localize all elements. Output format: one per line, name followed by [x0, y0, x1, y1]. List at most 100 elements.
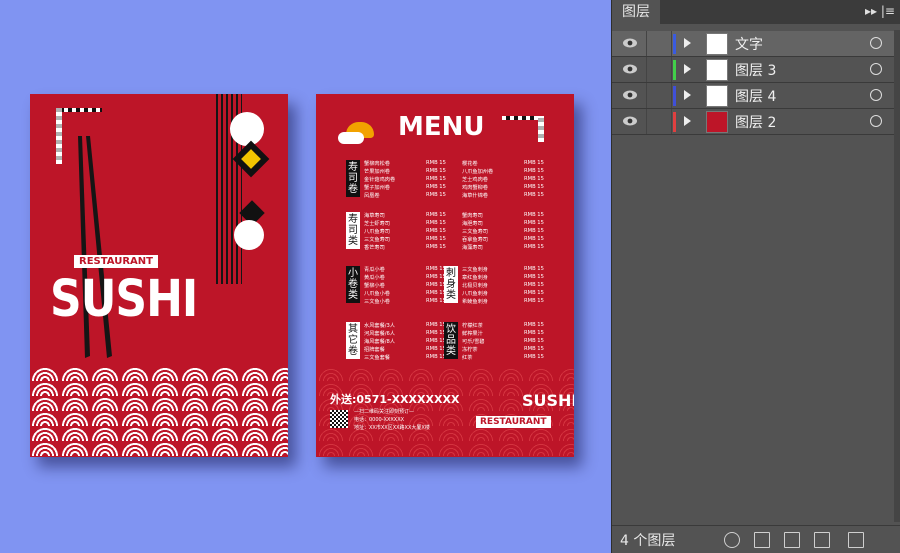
layer-name[interactable]: 文字	[735, 34, 763, 54]
qr-code	[330, 410, 348, 428]
menu-item-name: 鲜榨果汁	[462, 331, 483, 337]
menu-item-name: 蟹肉寿司	[462, 213, 483, 219]
panel-tabbar: 图层 ▸▸ |≡	[612, 0, 900, 24]
panel-footer: 4 个图层	[612, 525, 900, 553]
layer-row[interactable]: 图层 2	[612, 109, 894, 135]
menu-category: 寿司卷	[346, 160, 360, 197]
corner-bracket	[502, 116, 540, 120]
lock-toggle[interactable]	[646, 83, 672, 108]
layer-count: 4 个图层	[620, 533, 676, 549]
menu-item: 八爪鱼寿司 RMB 15	[364, 228, 446, 235]
menu-item-price: RMB 15	[524, 298, 544, 304]
menu-item-name: 冻柠茶	[462, 347, 478, 353]
menu-item: 芝士虾寿司 RMB 15	[364, 220, 446, 227]
new-sublayer-icon[interactable]	[784, 532, 800, 548]
menu-item: 海草什锦卷 RMB 15	[462, 192, 544, 199]
menu-item-name: 三文鱼套餐	[364, 355, 390, 361]
menu-item: 冻柠茶 RMB 15	[462, 346, 544, 353]
target-circle-icon[interactable]	[870, 37, 882, 49]
menu-item-name: 希鲮鱼刺身	[462, 299, 488, 305]
new-layer-icon[interactable]	[814, 532, 830, 548]
menu-item: 水风套餐/3人 RMB 15	[364, 322, 446, 329]
menu-item: 招牌套餐 RMB 15	[364, 346, 446, 353]
logo-restaurant: RESTAURANT	[476, 416, 551, 428]
menu-item-name: 八爪鱼刺身	[462, 291, 488, 297]
menu-item-name: 三文鱼刺身	[462, 267, 488, 273]
menu-item: 三文鱼寿司 RMB 15	[364, 236, 446, 243]
eye-icon[interactable]	[622, 115, 638, 127]
menu-item: 鲜榨果汁 RMB 15	[462, 330, 544, 337]
sushi-icon	[338, 132, 364, 144]
lock-toggle[interactable]	[646, 109, 672, 134]
front-card-artwork[interactable]: RESTAURANT SUSHI	[30, 94, 288, 457]
menu-item-name: 三文鱼小卷	[364, 299, 390, 305]
lock-toggle[interactable]	[646, 31, 672, 56]
expand-arrow-icon[interactable]	[684, 90, 691, 100]
menu-item: 希鲮鱼刺身 RMB 15	[462, 298, 544, 305]
target-circle-icon[interactable]	[870, 89, 882, 101]
expand-arrow-icon[interactable]	[684, 38, 691, 48]
menu-item-price: RMB 15	[426, 228, 446, 234]
search-icon[interactable]	[724, 532, 740, 548]
menu-item: 红茶 RMB 15	[462, 354, 544, 361]
menu-item-price: RMB 15	[524, 282, 544, 288]
menu-item-price: RMB 15	[524, 184, 544, 190]
eye-icon[interactable]	[622, 63, 638, 75]
menu-item-price: RMB 15	[524, 290, 544, 296]
menu-item: 芝士鸡肉卷 RMB 15	[462, 176, 544, 183]
layers-panel: 图层 ▸▸ |≡ 文字图层 3 图层 4 图层 2 4 个图层	[611, 0, 900, 553]
menu-item-price: RMB 15	[426, 220, 446, 226]
scrollbar[interactable]	[894, 30, 900, 522]
corner-bracket	[538, 116, 544, 142]
menu-item-name: 八爪鱼小卷	[364, 291, 390, 297]
menu-item: 香芒寿司 RMB 15	[364, 244, 446, 251]
menu-item: 八爪鱼加州卷 RMB 15	[462, 168, 544, 175]
menu-item-name: 凤凰卷	[364, 193, 380, 199]
menu-item-price: RMB 15	[426, 274, 446, 280]
back-card-menu[interactable]: MENU 蟹柳肉松卷 RMB 15 芒果加州卷 RMB 15 金针菇鸡肉卷 RMB 15 蟹…	[316, 94, 574, 457]
target-circle-icon[interactable]	[870, 115, 882, 127]
layer-name[interactable]: 图层 3	[735, 60, 776, 80]
eye-icon[interactable]	[622, 89, 638, 101]
layer-row[interactable]: 图层 3	[612, 57, 894, 83]
menu-item-name: 蟹子加州卷	[364, 185, 390, 191]
menu-category: 刺身类	[444, 266, 458, 303]
menu-item-price: RMB 15	[426, 244, 446, 250]
menu-item: 吞拿鱼寿司 RMB 15	[462, 236, 544, 243]
make-clipping-mask-icon[interactable]	[754, 532, 770, 548]
layer-row[interactable]: 文字	[612, 31, 894, 57]
menu-item: 蟹柳小卷 RMB 15	[364, 282, 446, 289]
tab-layers[interactable]: 图层	[612, 0, 660, 24]
menu-item-price: RMB 15	[524, 236, 544, 242]
eye-icon[interactable]	[622, 37, 638, 49]
lock-toggle[interactable]	[646, 57, 672, 82]
menu-item-price: RMB 15	[524, 322, 544, 328]
menu-item-name: 三文鱼寿司	[462, 229, 488, 235]
menu-item-name: 金针菇鸡肉卷	[364, 177, 396, 183]
menu-item-price: RMB 15	[524, 220, 544, 226]
delete-icon[interactable]	[848, 532, 864, 548]
expand-arrow-icon[interactable]	[684, 64, 691, 74]
artboard-canvas[interactable]: RESTAURANT SUSHI MENU 蟹柳肉松卷 RMB 15 芒果加州卷 RM…	[0, 0, 610, 553]
menu-item-name: 河风套餐/6人	[364, 331, 395, 337]
target-circle-icon[interactable]	[870, 63, 882, 75]
menu-item-price: RMB 15	[524, 274, 544, 280]
expand-arrow-icon[interactable]	[684, 116, 691, 126]
menu-item: 海藻寿司 RMB 15	[462, 244, 544, 251]
menu-item-price: RMB 15	[524, 160, 544, 166]
layer-name[interactable]: 图层 4	[735, 86, 776, 106]
layer-color-swatch	[673, 60, 676, 80]
layer-name[interactable]: 图层 2	[735, 112, 776, 132]
menu-item-price: RMB 15	[426, 346, 446, 352]
layer-row[interactable]: 图层 4	[612, 83, 894, 109]
menu-item-name: 蟹柳小卷	[364, 283, 385, 289]
menu-item: 柠檬红茶 RMB 15	[462, 322, 544, 329]
layer-thumbnail	[706, 111, 728, 133]
menu-item-name: 香芒寿司	[364, 245, 385, 251]
menu-title: MENU	[398, 112, 485, 142]
layer-thumbnail	[706, 85, 728, 107]
menu-item-price: RMB 15	[524, 266, 544, 272]
menu-item-price: RMB 15	[426, 282, 446, 288]
panel-menu-icon[interactable]: ▸▸ |≡	[865, 4, 895, 18]
menu-item-name: 红茶	[462, 355, 473, 361]
